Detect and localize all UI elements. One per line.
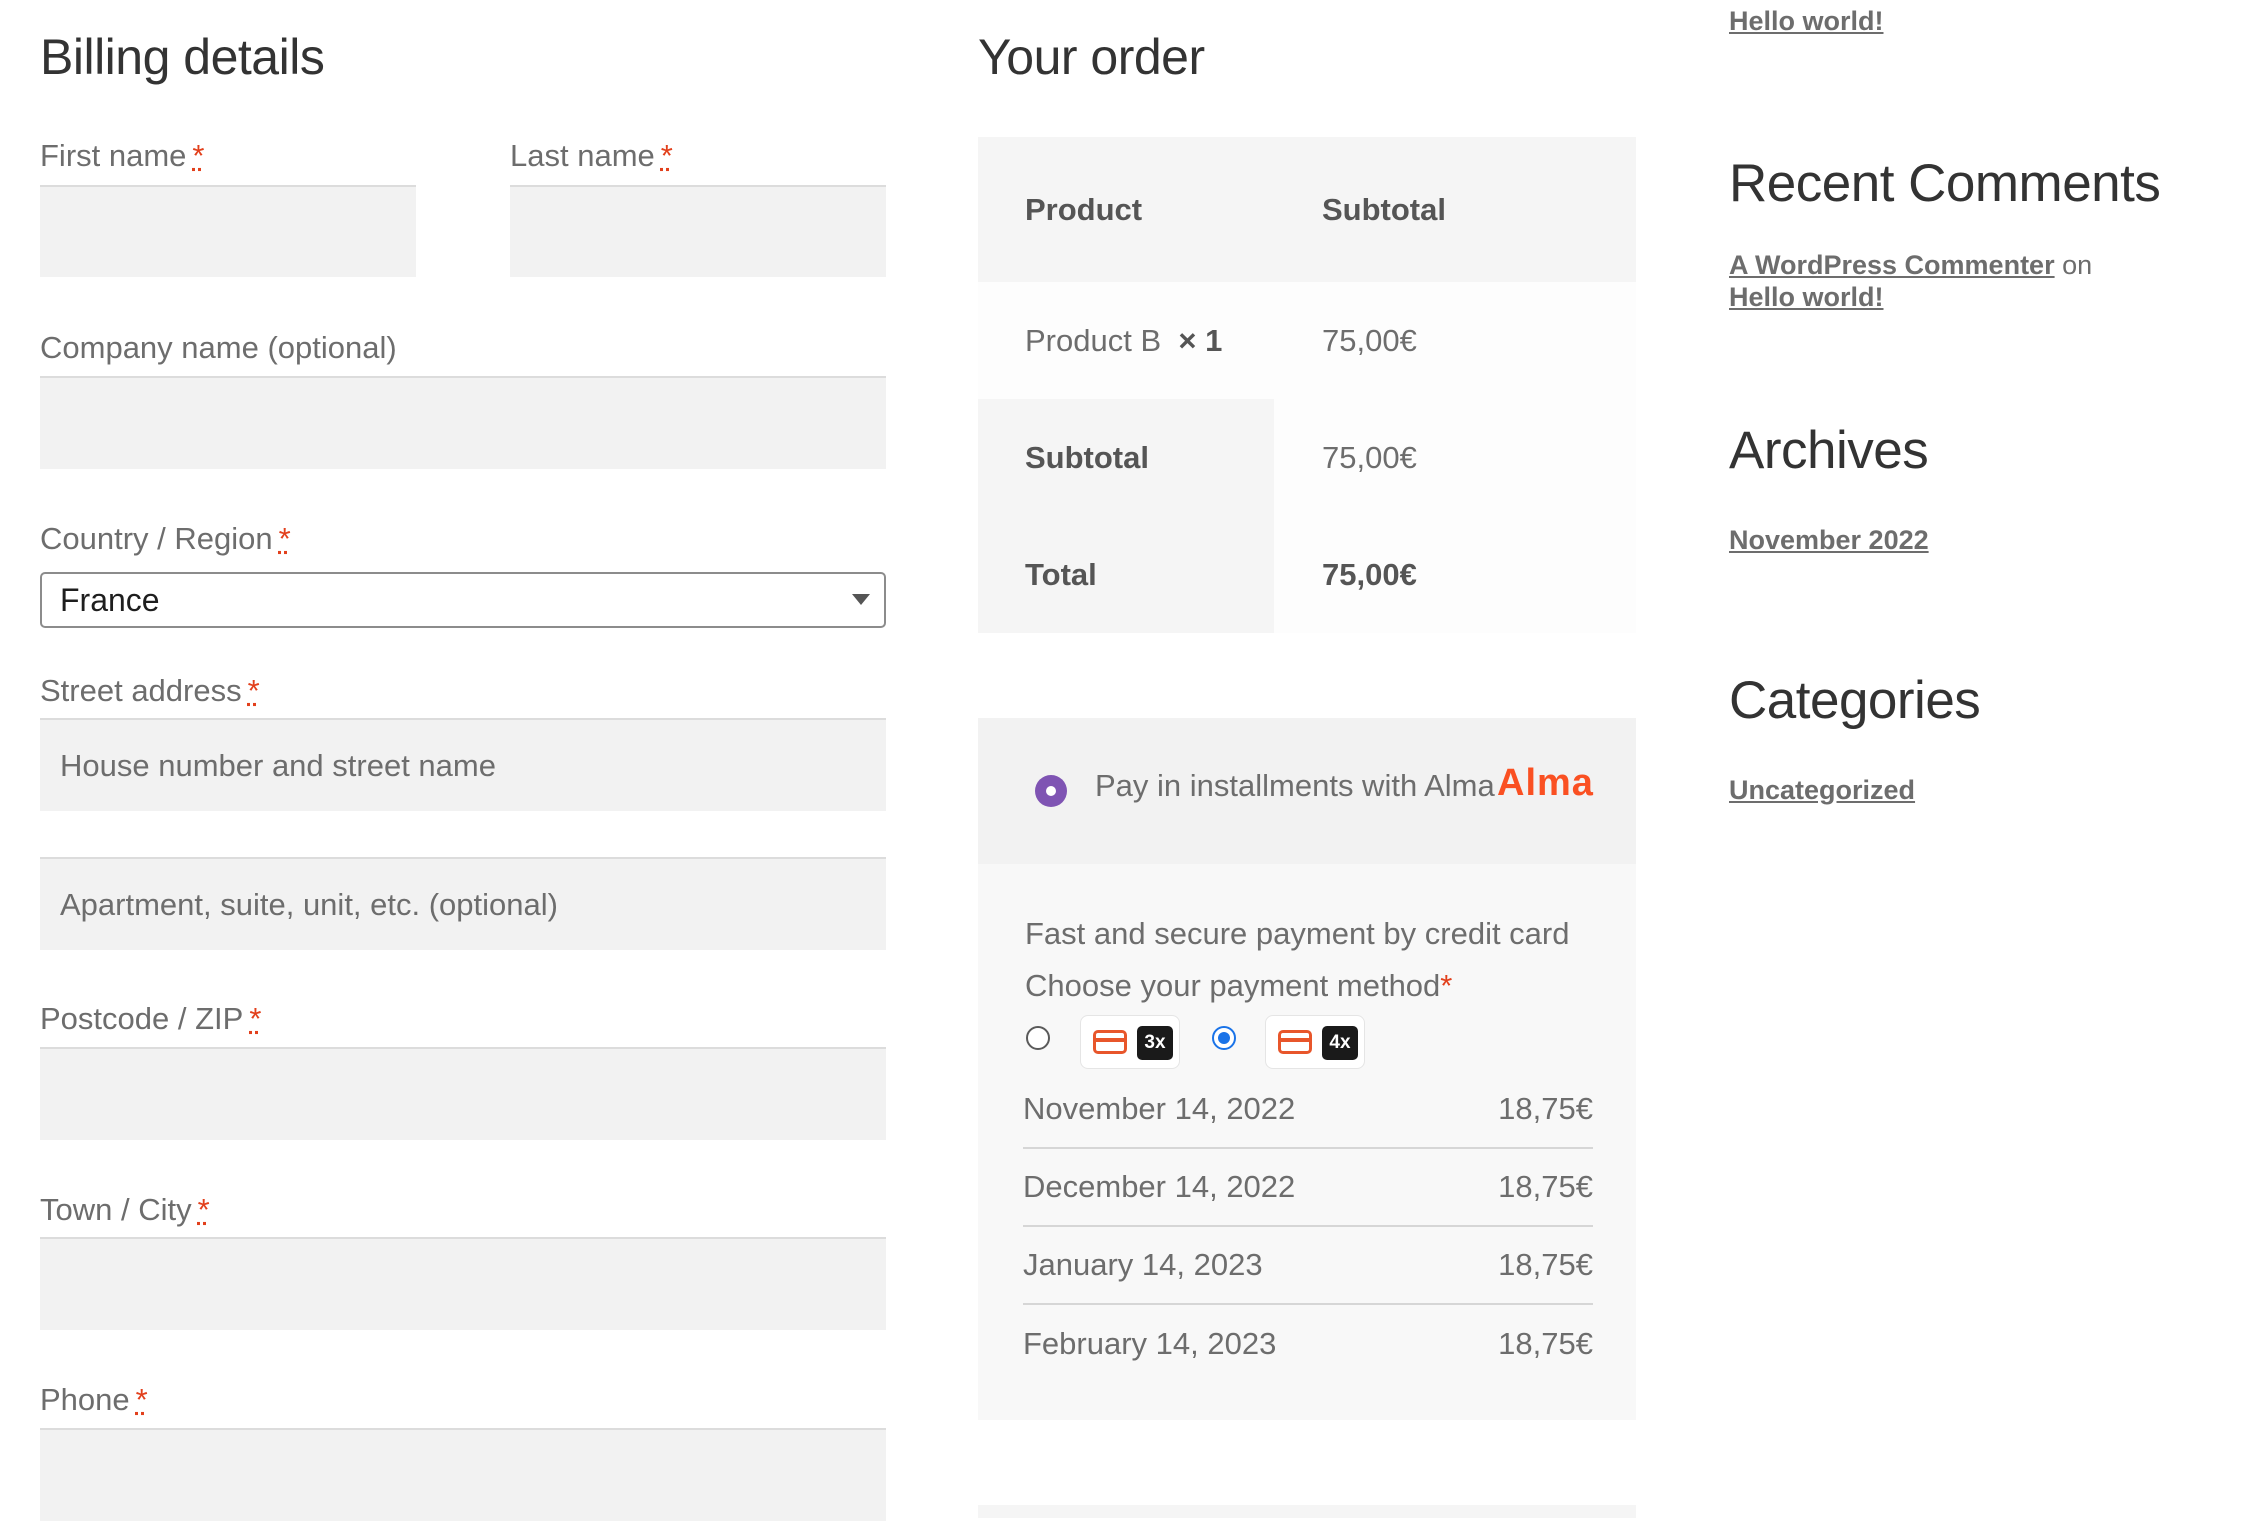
plan-3x-badge[interactable]: 3x — [1080, 1015, 1180, 1069]
installment-row: February 14, 2023 18,75€ — [1023, 1305, 1593, 1383]
order-table: Product Subtotal Product B × 1 75,00€ Su… — [978, 137, 1636, 633]
payment-option-label: Pay in installments with Alma — [1095, 768, 1495, 803]
required-mark: * — [660, 138, 673, 173]
last-name-label: Last name * — [510, 138, 673, 173]
total-value: 75,00€ — [1322, 556, 1417, 592]
installment-date: December 14, 2022 — [1023, 1169, 1296, 1204]
city-label: Town / City * — [40, 1192, 210, 1227]
first-name-field[interactable] — [40, 185, 416, 277]
payment-option-header[interactable]: Pay in installments with Alma Alma — [978, 718, 1636, 864]
installment-amount: 18,75€ — [1498, 1326, 1593, 1361]
order-item-price: 75,00€ — [1322, 322, 1417, 358]
archives-title: Archives — [1729, 421, 1929, 480]
installment-row: November 14, 2022 18,75€ — [1023, 1071, 1593, 1149]
required-mark: * — [247, 673, 260, 708]
col-product: Product — [1025, 191, 1143, 227]
apartment-placeholder: Apartment, suite, unit, etc. (optional) — [60, 886, 558, 922]
alma-logo: Alma — [1497, 762, 1594, 804]
country-select-value: France — [60, 581, 160, 618]
subtotal-label: Subtotal — [1025, 439, 1149, 475]
installment-amount: 18,75€ — [1498, 1169, 1593, 1204]
installment-row: January 14, 2023 18,75€ — [1023, 1227, 1593, 1305]
plan-4x-badge[interactable]: 4x — [1265, 1015, 1365, 1069]
archive-link-november-2022[interactable]: November 2022 — [1729, 525, 1929, 556]
street-placeholder: House number and street name — [60, 747, 496, 783]
street-address-field[interactable]: House number and street name — [40, 718, 886, 811]
country-select[interactable]: France — [40, 572, 886, 628]
phone-label: Phone * — [40, 1382, 148, 1417]
installment-amount: 18,75€ — [1498, 1091, 1593, 1126]
street-label: Street address * — [40, 673, 260, 708]
required-mark: * — [192, 138, 205, 173]
required-mark: * — [278, 521, 291, 556]
next-section-box — [978, 1505, 1636, 1518]
recent-comment-item: A WordPress Commenter on Hello world! — [1729, 249, 2159, 313]
order-header-row: Product — [978, 137, 1636, 282]
recent-comments-title: Recent Comments — [1729, 154, 2161, 213]
credit-card-icon — [1278, 1030, 1312, 1054]
subtotal-value: 75,00€ — [1322, 439, 1417, 475]
credit-card-icon — [1093, 1030, 1127, 1054]
chevron-down-icon — [852, 594, 870, 605]
last-name-field[interactable] — [510, 185, 886, 277]
plan-4x-radio[interactable] — [1212, 1026, 1236, 1050]
comment-post-link[interactable]: Hello world! — [1729, 282, 1884, 312]
categories-title: Categories — [1729, 671, 1981, 730]
plan-3x-radio[interactable] — [1026, 1026, 1050, 1050]
installment-date: January 14, 2023 — [1023, 1247, 1263, 1282]
required-mark: * — [135, 1382, 148, 1417]
phone-field[interactable] — [40, 1428, 886, 1521]
category-link-uncategorized[interactable]: Uncategorized — [1729, 775, 1915, 806]
payment-description: Fast and secure payment by credit card — [1025, 916, 1570, 951]
total-label: Total — [1025, 556, 1097, 592]
col-subtotal: Subtotal — [1322, 191, 1446, 227]
order-title: Your order — [978, 29, 1205, 85]
company-label: Company name (optional) — [40, 330, 397, 365]
first-name-label: First name * — [40, 138, 205, 173]
installment-row: December 14, 2022 18,75€ — [1023, 1149, 1593, 1227]
postcode-field[interactable] — [40, 1047, 886, 1140]
country-label: Country / Region * — [40, 521, 291, 556]
plan-4x-label: 4x — [1322, 1026, 1358, 1060]
comment-author-link[interactable]: A WordPress Commenter — [1729, 250, 2055, 280]
comment-on-text: on — [2062, 250, 2093, 280]
plan-3x-label: 3x — [1137, 1026, 1173, 1060]
company-field[interactable] — [40, 376, 886, 469]
required-mark: * — [197, 1192, 210, 1227]
required-mark: * — [249, 1001, 262, 1036]
city-field[interactable] — [40, 1237, 886, 1330]
radio-dot — [1046, 786, 1056, 796]
payment-radio-selected[interactable] — [1035, 775, 1067, 807]
installment-date: November 14, 2022 — [1023, 1091, 1296, 1126]
post-link-hello-world[interactable]: Hello world! — [1729, 6, 1884, 37]
order-item-name: Product B × 1 — [1025, 322, 1223, 358]
choose-method-label: Choose your payment method* — [1025, 968, 1453, 1003]
apartment-field[interactable]: Apartment, suite, unit, etc. (optional) — [40, 857, 886, 950]
installment-date: February 14, 2023 — [1023, 1326, 1277, 1361]
installment-amount: 18,75€ — [1498, 1247, 1593, 1282]
billing-title: Billing details — [40, 29, 325, 85]
postcode-label: Postcode / ZIP * — [40, 1001, 262, 1036]
